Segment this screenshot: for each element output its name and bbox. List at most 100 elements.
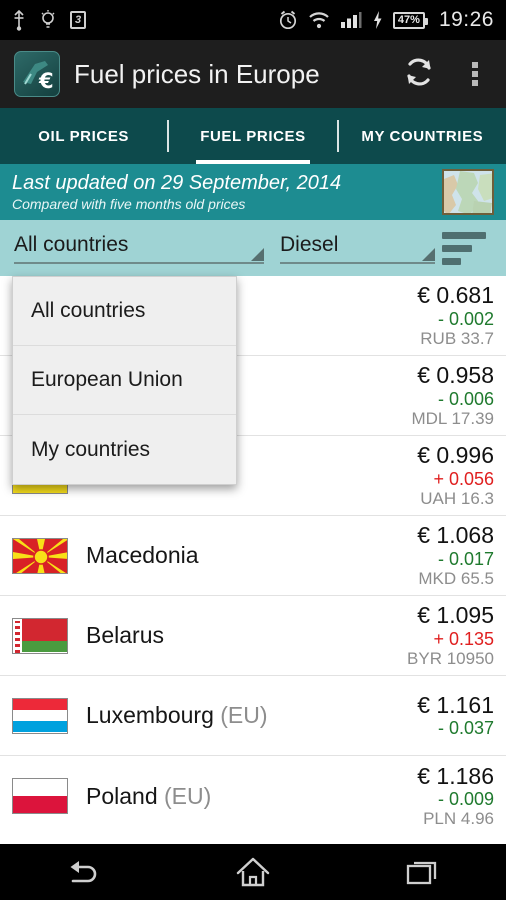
dropdown-item-my-countries[interactable]: My countries xyxy=(13,415,236,484)
chevron-down-icon xyxy=(422,247,435,261)
price-block: € 1.068 - 0.017 MKD 65.5 xyxy=(417,522,494,588)
back-icon xyxy=(70,861,97,883)
price-local: RUB 33.7 xyxy=(420,328,494,348)
status-bar: 3 47% 19:26 xyxy=(0,0,506,40)
charging-icon xyxy=(373,11,382,29)
status-bar-right-icons: 47% 19:26 xyxy=(278,8,494,32)
tab-fuel-prices-label: FUEL PRICES xyxy=(200,127,306,145)
price-block: € 1.095 + 0.135 BYR 10950 xyxy=(407,602,494,668)
country-filter-value: All countries xyxy=(14,232,129,256)
country-name: Belarus xyxy=(86,622,164,648)
comparison-note: Compared with five months old prices xyxy=(12,196,246,212)
fuel-type-spinner[interactable]: Diesel xyxy=(280,233,435,264)
refresh-icon[interactable] xyxy=(402,55,436,94)
usb-icon xyxy=(14,9,24,31)
spinner-underline xyxy=(14,261,264,264)
3g-badge-icon: 3 xyxy=(70,11,87,29)
table-row[interactable]: Macedonia € 1.068 - 0.017 MKD 65.5 xyxy=(0,516,506,596)
price-block: € 0.996 + 0.056 UAH 16.3 xyxy=(417,442,494,508)
status-bar-left-icons: 3 xyxy=(12,9,87,31)
tab-my-countries[interactable]: MY COUNTRIES xyxy=(339,108,506,164)
country-name: Macedonia xyxy=(86,542,199,568)
recents-button[interactable] xyxy=(337,857,506,887)
svg-text:€: € xyxy=(38,69,54,93)
price-delta: - 0.017 xyxy=(437,548,494,569)
country-filter-spinner[interactable]: All countries xyxy=(14,233,264,264)
tab-oil-prices[interactable]: OIL PRICES xyxy=(0,108,167,164)
back-button[interactable] xyxy=(0,857,169,887)
country-name: Poland (EU) xyxy=(86,782,212,809)
table-row[interactable]: Belarus € 1.095 + 0.135 BYR 10950 xyxy=(0,596,506,676)
price-delta: + 0.135 xyxy=(433,628,494,649)
overflow-menu-icon[interactable] xyxy=(464,58,486,90)
fuel-nozzle-euro-icon: € xyxy=(23,61,54,93)
filter-bar: All countries Diesel xyxy=(0,220,506,276)
home-icon xyxy=(236,857,270,887)
last-updated-banner: Last updated on 29 September, 2014 Compa… xyxy=(0,164,506,220)
price-delta: + 0.056 xyxy=(433,468,494,489)
tab-my-countries-label: MY COUNTRIES xyxy=(361,127,484,145)
action-bar: € Fuel prices in Europe xyxy=(0,40,506,108)
home-button[interactable] xyxy=(169,856,338,888)
status-bar-clock: 19:26 xyxy=(438,8,494,31)
map-thumbnail-icon xyxy=(444,171,492,213)
flag-poland xyxy=(12,778,68,814)
map-button[interactable]: € MAP xyxy=(442,169,494,215)
price-eur: € 1.095 xyxy=(417,602,494,629)
price-block: € 0.681 - 0.002 RUB 33.7 xyxy=(417,282,494,348)
spinner-underline xyxy=(280,261,435,264)
country-name: Luxembourg (EU) xyxy=(86,702,268,728)
bulb-icon xyxy=(41,10,55,28)
tab-oil-prices-label: OIL PRICES xyxy=(38,127,130,145)
price-eur: € 1.161 xyxy=(417,691,494,718)
price-local: UAH 16.3 xyxy=(420,488,494,508)
battery-indicator: 47% xyxy=(392,11,428,29)
price-delta: - 0.037 xyxy=(437,718,494,739)
eu-badge: (EU) xyxy=(164,782,212,809)
price-eur: € 0.996 xyxy=(417,442,494,469)
country-filter-dropdown[interactable]: All countries European Union My countrie… xyxy=(12,276,237,485)
eu-badge: (EU) xyxy=(220,702,268,728)
price-local: PLN 4.96 xyxy=(423,809,494,829)
chevron-down-icon xyxy=(251,247,264,261)
price-local: BYR 10950 xyxy=(407,648,494,668)
dropdown-item-european-union[interactable]: European Union xyxy=(13,346,236,415)
dropdown-item-all-countries[interactable]: All countries xyxy=(13,277,236,346)
country-price-list: € 0.681 - 0.002 RUB 33.7 € 0.958 - 0.006… xyxy=(0,276,506,836)
last-updated-date: Last updated on 29 September, 2014 xyxy=(12,172,342,194)
dropdown-item-label: European Union xyxy=(31,368,183,391)
price-delta: - 0.002 xyxy=(437,308,494,329)
page-title: Fuel prices in Europe xyxy=(74,58,320,89)
app-screen: 3 47% 19:26 € Fuel prices in Europe OIL … xyxy=(0,0,506,900)
fuel-type-value: Diesel xyxy=(280,232,339,256)
flag-macedonia xyxy=(12,537,68,574)
flag-luxembourg xyxy=(12,697,68,734)
price-block: € 1.186 - 0.009 PLN 4.96 xyxy=(417,762,494,829)
price-delta: - 0.009 xyxy=(437,789,494,810)
signal-icon xyxy=(340,12,362,28)
price-eur: € 1.186 xyxy=(417,762,494,789)
flag-belarus xyxy=(12,617,68,654)
alarm-icon xyxy=(279,10,296,30)
price-block: € 1.161 - 0.037 xyxy=(417,691,494,739)
last-updated-text: Last updated on 29 September, 2014 Compa… xyxy=(12,172,341,212)
price-block: € 0.958 - 0.006 MDL 17.39 xyxy=(411,362,494,428)
price-eur: € 0.958 xyxy=(417,362,494,389)
app-icon: € xyxy=(14,51,60,97)
recents-icon xyxy=(406,861,436,885)
tab-fuel-prices[interactable]: FUEL PRICES xyxy=(169,108,336,164)
price-eur: € 1.068 xyxy=(417,522,494,549)
price-local: MKD 65.5 xyxy=(418,568,494,588)
android-nav-bar xyxy=(0,844,506,900)
price-delta: - 0.006 xyxy=(437,388,494,409)
sort-icon[interactable] xyxy=(442,231,492,265)
price-local: MDL 17.39 xyxy=(411,408,494,428)
price-eur: € 0.681 xyxy=(417,282,494,309)
action-bar-buttons xyxy=(402,55,492,94)
table-row[interactable]: Poland (EU) € 1.186 - 0.009 PLN 4.96 xyxy=(0,756,506,836)
dropdown-item-label: My countries xyxy=(31,437,151,461)
dropdown-item-label: All countries xyxy=(31,299,146,322)
wifi-icon xyxy=(309,12,329,29)
table-row[interactable]: Luxembourg (EU) € 1.161 - 0.037 xyxy=(0,676,506,756)
tab-bar: OIL PRICES FUEL PRICES MY COUNTRIES xyxy=(0,108,506,164)
